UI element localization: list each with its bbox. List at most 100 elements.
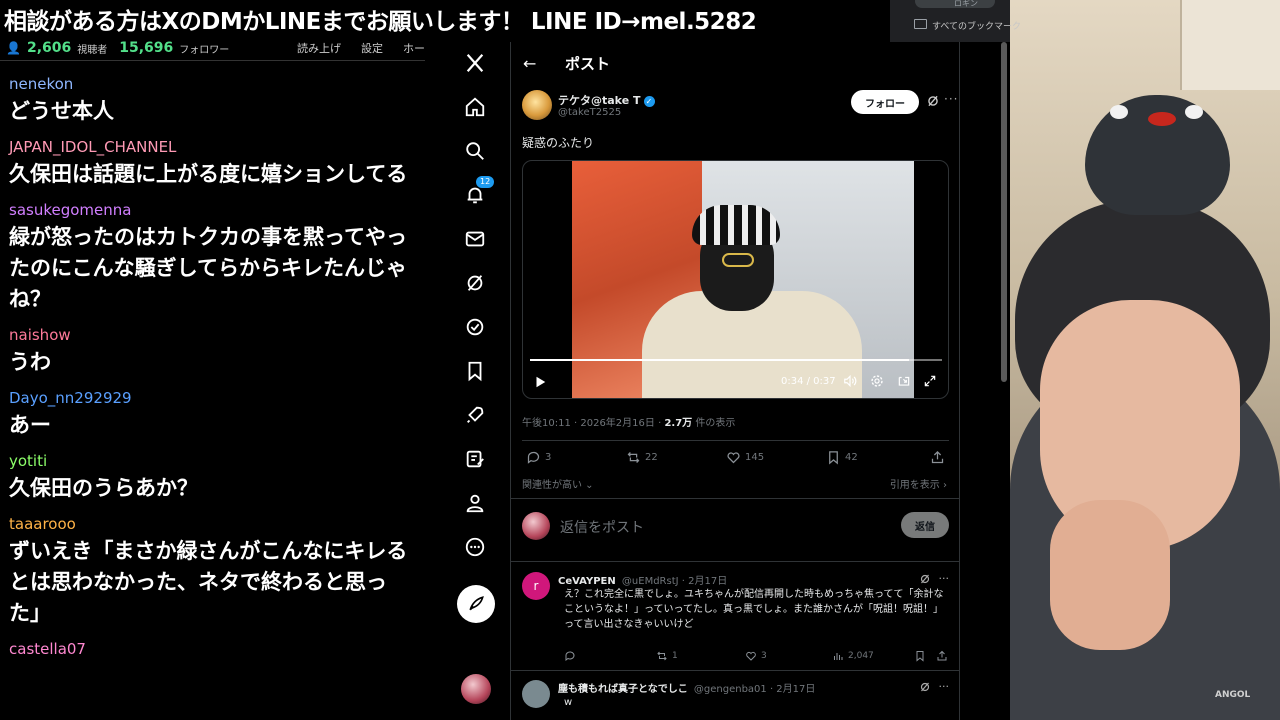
heart-icon [727,452,740,464]
chat-message: naishow うわ [9,323,409,378]
fullscreen-icon[interactable] [923,374,937,388]
analytics-icon [834,653,843,660]
articles-icon[interactable] [462,446,488,472]
reply-author-name[interactable]: 塵も積もれば真子となでしこ [558,684,688,695]
views-action[interactable]: 2,047 [832,650,874,662]
all-bookmarks-link[interactable]: すべてのブックマーク [932,19,1021,32]
author-handle[interactable]: @takeT2525 [558,107,621,118]
reply-submit-button[interactable]: 返信 [901,512,949,538]
chat-text: うわ [9,350,51,374]
read-aloud-link[interactable]: 読み上げ [297,40,341,56]
repost-action[interactable]: 1 [656,650,678,662]
share-action[interactable] [936,650,948,662]
video-player[interactable]: 0:34 / 0:37 [522,160,949,399]
picture-in-picture-icon[interactable] [897,374,911,388]
reply-action[interactable] [564,650,576,662]
like-action[interactable]: 3 [745,650,767,662]
rocket-icon[interactable] [462,402,488,428]
heart-icon [746,651,756,661]
home-icon[interactable] [462,94,488,120]
reply-handle-date[interactable]: @gengenba01 · 2月17日 [694,684,816,695]
chat-panel: 👤 2,606 視聴者 15,696 フォロワー 読み上げ 設定 ホー nene… [0,0,425,720]
share-icon [931,450,944,464]
reply-author-name[interactable]: CeVAYPEN [558,576,616,587]
chat-username[interactable]: sasukegomenna [9,198,409,222]
like-action[interactable]: 145 [726,450,764,465]
grok-icon[interactable] [919,573,931,585]
post-detail-column: ← ポスト テケタ@take T ✓ @takeT2525 フォロー ··· 疑惑… [510,42,960,720]
volume-icon[interactable] [843,374,857,388]
divider [511,498,959,499]
more-icon[interactable]: ··· [939,572,950,585]
search-icon[interactable] [462,138,488,164]
notifications-icon[interactable]: 12 [462,176,495,208]
reply-count: 3 [545,452,552,463]
page-scroll-area [960,42,1010,720]
verified-orgs-icon[interactable] [462,314,488,340]
bookmark-action[interactable] [914,650,926,662]
reply-handle-date[interactable]: @uEMdRstJ · 2月17日 [622,576,727,587]
chat-text: 緑が怒ったのはカトクカの事を黙ってやったのにこんな騒ぎしてらからキレたんじゃね？ [9,225,407,311]
folder-icon [914,19,927,29]
reply-avatar[interactable]: r [522,572,550,600]
chat-text: 久保田は話題に上がる度に嬉ションしてる [9,162,408,186]
back-arrow-icon[interactable]: ← [523,54,553,73]
home-link[interactable]: ホー [403,40,425,56]
repost-action[interactable]: 22 [626,450,658,465]
like-count: 145 [745,452,765,463]
chat-username[interactable]: yotiti [9,449,409,473]
more-icon[interactable]: ··· [939,680,950,693]
grok-icon[interactable] [462,270,488,296]
view-count-label: 件の表示 [692,418,736,429]
post-timestamp[interactable]: 午後10:11 · 2026年2月16日 · [522,418,664,429]
chat-text: ずいえき「まさか緑さんがこんなにキレるとは思わなかった、ネタで終わると思った」 [9,539,408,625]
reply-action[interactable]: 3 [526,450,551,465]
chat-username[interactable]: naishow [9,323,409,347]
repost-icon [627,452,640,463]
view-quotes-link[interactable]: 引用を表示 › [890,476,947,491]
grok-icon[interactable] [926,94,940,108]
reply-header: CeVAYPEN @uEMdRstJ · 2月17日 [558,572,727,587]
chat-message: nenekon どうせ本人 [9,72,409,127]
compose-post-button[interactable] [457,585,495,623]
x-logo-icon[interactable] [462,50,488,76]
author-avatar[interactable] [522,90,552,120]
feather-icon [469,596,484,611]
bookmark-count: 42 [845,452,858,463]
settings-link[interactable]: 設定 [361,40,383,56]
reply-avatar[interactable] [522,680,550,708]
repost-count: 1 [672,651,678,661]
chat-username[interactable]: Dayo_nn292929 [9,386,409,410]
chat-message: Dayo_nn292929 あー [9,386,409,441]
chat-stats-bar: 👤 2,606 視聴者 15,696 フォロワー 読み上げ 設定 ホー [6,38,425,58]
account-avatar[interactable] [461,674,491,704]
chat-username[interactable]: JAPAN_IDOL_CHANNEL [9,135,409,159]
profile-icon[interactable] [462,490,488,516]
bookmarks-icon[interactable] [462,358,488,384]
reply-body: え？これ完全に黒でしょ。ユキちゃんが配信再開した時もめっちゃ焦ってて「余計なこと… [564,589,944,630]
author-name[interactable]: テケタ@take T ✓ [558,92,655,108]
more-icon[interactable]: ··· [944,92,958,106]
reply-input[interactable]: 返信をポスト [560,517,644,537]
divider [511,670,959,671]
chat-text: 久保田のうらあか？ [9,476,198,500]
settings-gear-icon[interactable] [870,374,884,388]
play-icon[interactable] [533,375,547,389]
author-name-text: テケタ@take T [558,94,641,107]
chat-username[interactable]: nenekon [9,72,409,96]
reply-header-icons: ··· [919,680,950,693]
composer-avatar [522,512,550,540]
messages-icon[interactable] [462,226,488,252]
chat-username[interactable]: taaarooo [9,512,409,536]
chat-message: taaarooo ずいえき「まさか緑さんがこんなにキレるとは思わなかった、ネタで… [9,512,409,629]
share-action[interactable] [930,450,945,465]
video-progress-bar[interactable] [530,359,942,361]
bookmark-icon [916,651,924,662]
bookmark-action[interactable]: 42 [826,450,858,465]
more-options-icon[interactable] [462,534,488,560]
chat-username[interactable]: castella07 [9,637,409,661]
scrollbar-thumb[interactable] [1001,42,1007,382]
follow-button[interactable]: フォロー [851,90,919,114]
grok-icon[interactable] [919,681,931,693]
sort-dropdown[interactable]: 関連性が高い ⌄ [522,480,594,491]
